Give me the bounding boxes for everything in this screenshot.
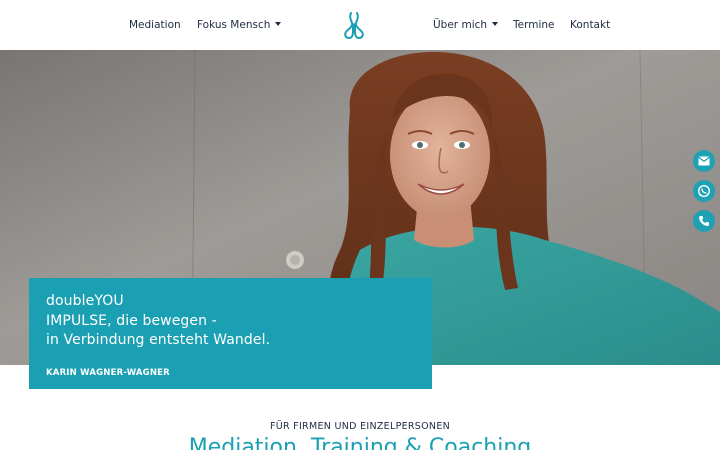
whatsapp-icon (697, 184, 711, 198)
hero-headline-line-2: IMPULSE, die bewegen - (46, 312, 217, 329)
nav-ueber-mich[interactable]: Über mich (433, 18, 499, 32)
phone-icon (699, 216, 709, 226)
nav-kontakt[interactable]: Kontakt (570, 18, 610, 32)
hero-author: KARIN WAGNER-WAGNER (46, 367, 170, 378)
envelope-icon (698, 156, 710, 166)
hero-headline-line-3: in Verbindung entsteht Wandel. (46, 332, 271, 348)
email-button[interactable] (693, 150, 715, 172)
hero-headline-line-1: doubleYOU (46, 293, 124, 309)
section-title: Mediation, Training & Coaching (188, 435, 532, 450)
site-header: Mediation Fokus Mensch Über mich Termine… (0, 0, 720, 50)
site-logo[interactable] (341, 10, 367, 40)
nav-fokus-mensch-label: Fokus Mensch (197, 19, 271, 31)
whatsapp-button[interactable] (693, 180, 715, 202)
section-eyebrow: FÜR FIRMEN UND EINZELPERSONEN (269, 421, 451, 432)
nav-mediation[interactable]: Mediation (129, 18, 181, 32)
nav-fokus-mensch[interactable]: Fokus Mensch (197, 18, 282, 32)
hero-caption-box: doubleYOU IMPULSE, die bewegen - in Verb… (29, 278, 432, 389)
phone-button[interactable] (693, 210, 715, 232)
nav-termine[interactable]: Termine (513, 18, 554, 32)
chevron-down-icon (275, 22, 282, 26)
nav-ueber-mich-label: Über mich (433, 19, 488, 31)
chevron-down-icon (492, 22, 499, 26)
